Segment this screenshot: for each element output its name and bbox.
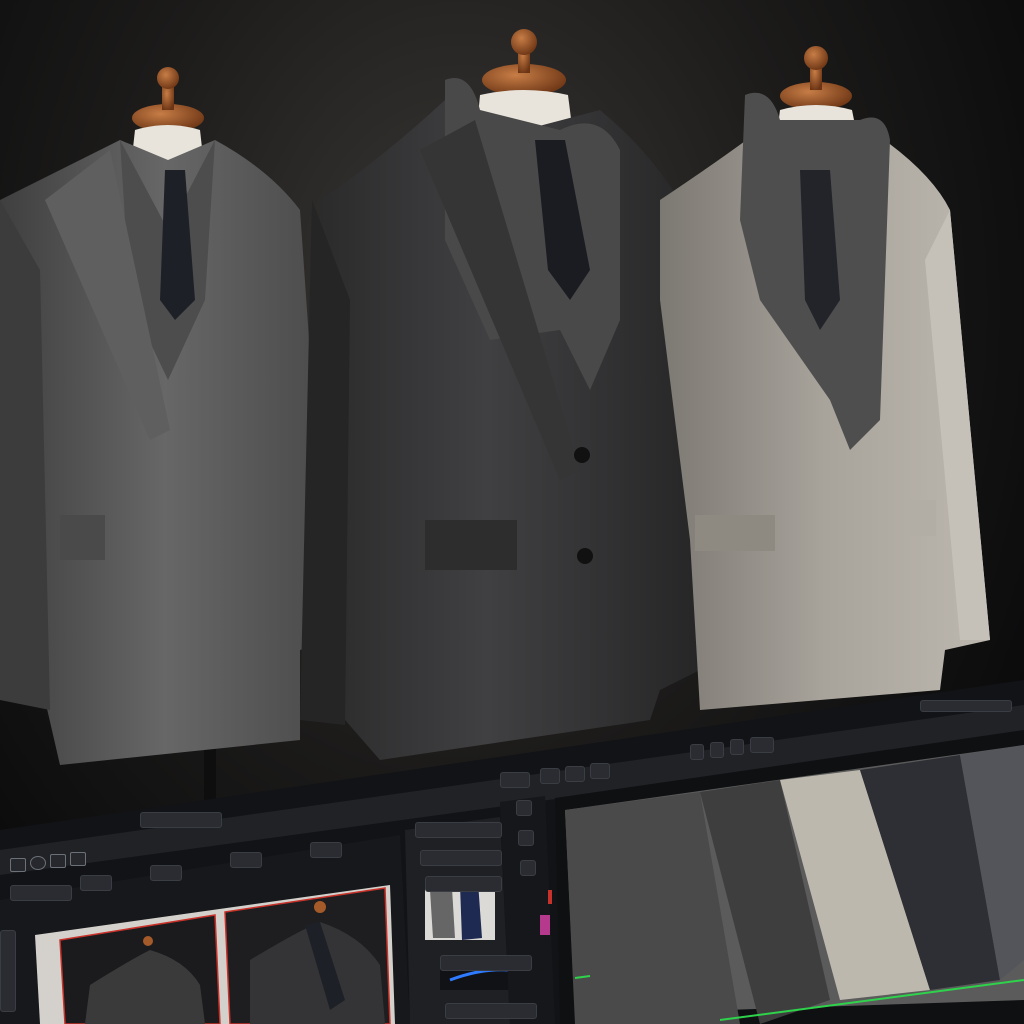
- panel-tab[interactable]: [230, 852, 262, 868]
- square-icon[interactable]: [10, 858, 26, 872]
- side-toolbar[interactable]: [0, 930, 16, 1012]
- toolbar-chip[interactable]: [565, 766, 585, 782]
- mannequin-right: [660, 46, 990, 710]
- toolbar-chip[interactable]: [690, 744, 704, 760]
- tool-button[interactable]: [520, 860, 536, 876]
- circle-icon[interactable]: [30, 856, 46, 870]
- panel-tab[interactable]: [440, 955, 532, 971]
- toolbar-chip[interactable]: [140, 812, 222, 828]
- arrow-icon[interactable]: [70, 852, 86, 866]
- toolbar-chip[interactable]: [730, 739, 744, 755]
- panel-tab[interactable]: [310, 842, 342, 858]
- toolbar-chip[interactable]: [710, 742, 724, 758]
- panel-tab[interactable]: [415, 822, 502, 838]
- panel-tab[interactable]: [150, 865, 182, 881]
- panel-tab[interactable]: [10, 885, 72, 901]
- panel-tab[interactable]: [425, 876, 502, 892]
- toolbar-chip[interactable]: [540, 768, 560, 784]
- panel-tab[interactable]: [445, 1003, 537, 1019]
- panel-tab[interactable]: [420, 850, 502, 866]
- toolbar-chip[interactable]: [750, 737, 774, 753]
- slider[interactable]: [920, 700, 1012, 712]
- mannequin-middle: [300, 29, 700, 760]
- toolbar-chip[interactable]: [500, 772, 530, 788]
- tool-button[interactable]: [516, 800, 532, 816]
- scene: [0, 0, 1024, 1024]
- toolbar-chip[interactable]: [590, 763, 610, 779]
- panel-tab[interactable]: [80, 875, 112, 891]
- square-icon[interactable]: [50, 854, 66, 868]
- tool-button[interactable]: [518, 830, 534, 846]
